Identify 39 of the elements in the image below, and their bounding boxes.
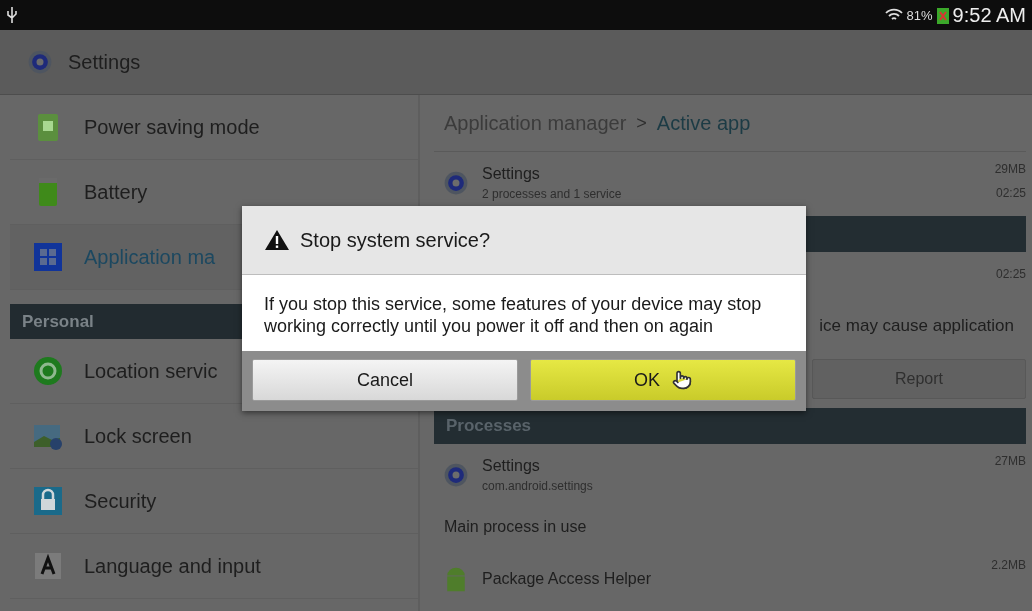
run-time: 02:25 (995, 267, 1026, 281)
dialog-message: If you stop this service, some features of your device may stop working correctly until you power it off and then on again (242, 275, 806, 351)
letter-key-icon (32, 550, 64, 582)
app-row[interactable]: Settings 2 processes and 1 service 29MB 02:25 (434, 152, 1026, 214)
wifi-icon (884, 7, 903, 23)
target-icon (32, 355, 64, 387)
app-row[interactable]: Settings com.android.settings 27MB (434, 444, 1026, 506)
hand-cursor-icon (672, 370, 692, 390)
section-title: Processes (446, 416, 532, 436)
memory-size: 2.2MB (991, 558, 1026, 572)
padlock-icon (32, 485, 64, 517)
run-time: 02:25 (995, 186, 1026, 200)
grid-icon (32, 241, 64, 273)
gear-icon (442, 169, 470, 197)
settings-list-item[interactable]: Power saving mode (10, 95, 418, 160)
gear-icon (442, 461, 470, 489)
app-name: Settings (482, 457, 541, 475)
process-status: Main process in use (443, 517, 588, 537)
battery-charging-icon (936, 6, 949, 24)
memory-size: 29MB (994, 162, 1026, 176)
app-name: Package Access Helper (482, 570, 652, 588)
app-title: Settings (68, 50, 141, 74)
app-row[interactable]: Package Access Helper 2.2MB (434, 548, 1026, 610)
app-name: Settings (482, 165, 541, 183)
settings-list-item[interactable]: Security (10, 469, 418, 534)
usb-icon (6, 6, 18, 24)
warning-icon (264, 229, 290, 251)
warning-text: ice may cause application (819, 316, 1014, 336)
dialog-button[interactable]: Cancel (252, 359, 518, 401)
memory-size: 27MB (994, 454, 1026, 468)
breadcrumb-separator: > (636, 112, 647, 134)
breadcrumb-current: Active app (656, 111, 751, 135)
gear-icon (26, 48, 54, 76)
dialog-button[interactable]: OK (530, 359, 796, 401)
settings-list-item[interactable]: Language and input (10, 534, 418, 599)
app-subtitle: 2 processes and 1 service (482, 187, 623, 201)
battery-percent: 81% (906, 7, 933, 23)
app-subtitle: com.android.settings (482, 479, 594, 493)
clock: 9:52 AM (952, 3, 1026, 27)
